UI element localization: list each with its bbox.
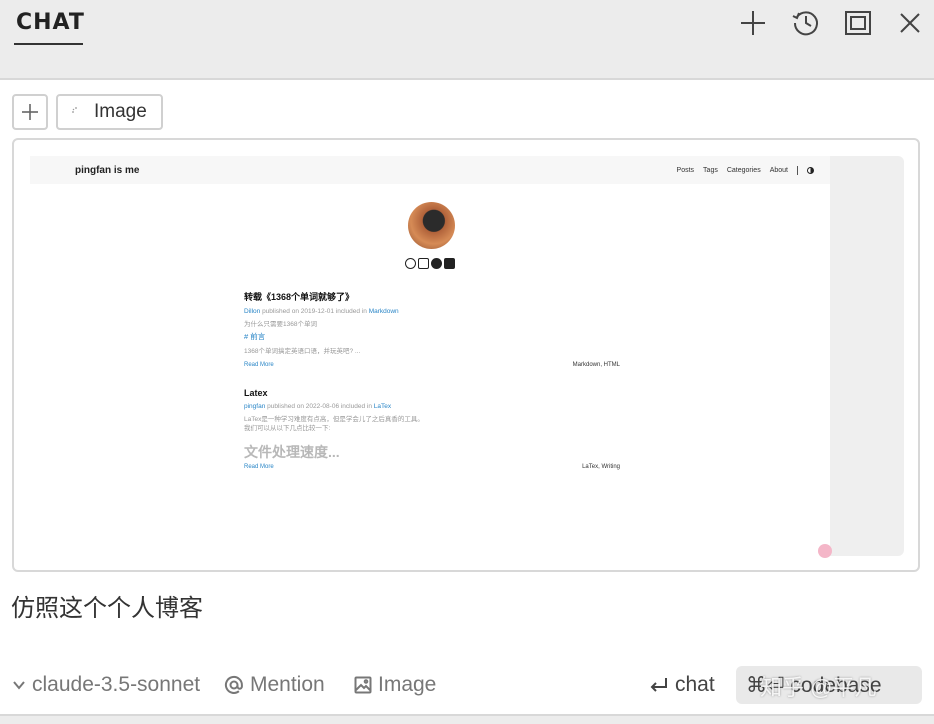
post-meta: pingfan published on 2022-08-06 included… <box>244 403 620 410</box>
mention-button[interactable]: Mention <box>224 673 325 697</box>
attached-image-preview: pingfan is me Posts Tags Categories Abou… <box>12 138 920 572</box>
chat-input-panel: Image pingfan is me Posts Tags Categorie… <box>0 78 934 716</box>
post-footer: Read More Markdown, HTML <box>244 362 620 368</box>
blog-nav-categories: Categories <box>726 167 761 174</box>
read-more-link: Read More <box>244 362 274 369</box>
image-icon <box>354 676 372 694</box>
blog-navbar: pingfan is me Posts Tags Categories Abou… <box>30 156 830 184</box>
maximize-icon[interactable] <box>841 6 875 40</box>
mention-label: Mention <box>250 673 325 696</box>
post-big-heading: 文件处理速度... <box>244 444 340 461</box>
post-excerpt-line: 为什么只需要1368个单词 <box>244 321 317 328</box>
chat-submit-button[interactable]: chat <box>649 673 715 697</box>
image-chip-label: Image <box>94 101 147 122</box>
blog-nav-about: About <box>769 167 788 174</box>
blog-nav-tags: Tags <box>703 167 718 174</box>
prompt-text[interactable]: 仿照这个个人博客 <box>11 588 203 623</box>
at-icon <box>224 676 243 694</box>
blog-post: Latex pingfan published on 2022-08-06 in… <box>244 388 620 470</box>
preview-scroll-strip <box>830 156 904 556</box>
theme-toggle-icon <box>807 167 814 174</box>
post-category: LaTex <box>373 403 392 410</box>
chevron-down-icon <box>13 681 25 690</box>
post-title: 转载《1368个单词就够了》 <box>244 292 355 302</box>
plus-icon <box>22 104 38 120</box>
post-category: Markdown <box>368 308 399 315</box>
post-meta: Dillon published on 2019-12-01 included … <box>244 308 620 315</box>
nav-divider <box>797 166 798 175</box>
return-icon <box>650 678 667 692</box>
tab-chat[interactable]: CHAT <box>16 10 85 35</box>
model-name: claude-3.5-sonnet <box>32 673 201 696</box>
social-icons <box>405 258 455 269</box>
bilibili-icon <box>418 258 429 269</box>
read-more-link: Read More <box>244 464 274 471</box>
weibo-icon <box>405 258 416 269</box>
blog-nav-links: Posts Tags Categories About <box>677 166 814 175</box>
post-excerpt-line: 我们可以从以下几点比较一下: <box>244 425 331 433</box>
image-button[interactable]: Image <box>354 673 436 697</box>
blog-screenshot: pingfan is me Posts Tags Categories Abou… <box>30 156 904 558</box>
github-icon <box>431 258 442 269</box>
input-footer: claude-3.5-sonnet Mention Image chat ⌘⏎ … <box>0 662 934 706</box>
loading-spinner-icon <box>72 107 77 113</box>
model-selector[interactable]: claude-3.5-sonnet <box>12 673 200 697</box>
post-title: Latex <box>244 388 268 398</box>
image-label: Image <box>378 673 437 696</box>
codebase-button[interactable]: ⌘⏎ codebase <box>736 666 922 704</box>
blog-nav-posts: Posts <box>676 167 695 174</box>
pink-badge-icon <box>818 544 832 558</box>
zhihu-icon <box>444 258 455 269</box>
image-attachment-chip[interactable]: Image <box>56 94 163 130</box>
post-heading: # 前言 <box>244 332 266 342</box>
post-excerpt: 1368个单词搞定英语口语，并玩英吧? ... <box>244 348 361 356</box>
add-context-button[interactable] <box>12 94 48 130</box>
chat-header: CHAT <box>0 0 934 78</box>
close-icon[interactable] <box>893 6 927 40</box>
post-tags: Markdown, HTML <box>572 362 620 369</box>
blog-site-title: pingfan is me <box>75 165 140 176</box>
post-excerpt-line: LaTex是一种学习难度有点高，但是学会儿了之后真香的工具。 <box>244 416 424 423</box>
history-icon[interactable] <box>789 6 823 40</box>
blog-post: 转载《1368个单词就够了》 Dillon published on 2019-… <box>244 290 620 368</box>
post-meta-text: published on 2019-12-01 included in <box>260 308 369 315</box>
post-footer: Read More LaTex, Writing <box>244 464 620 470</box>
post-author: pingfan <box>244 403 266 410</box>
post-tags: LaTex, Writing <box>582 464 620 471</box>
active-tab-indicator <box>14 43 83 45</box>
post-meta-text: published on 2022-08-06 included in <box>265 403 374 410</box>
post-author: Dillon <box>244 308 261 315</box>
codebase-label: ⌘⏎ codebase <box>746 673 882 697</box>
blog-avatar <box>408 202 455 249</box>
plus-icon[interactable] <box>736 6 770 40</box>
chat-label: chat <box>675 673 715 696</box>
